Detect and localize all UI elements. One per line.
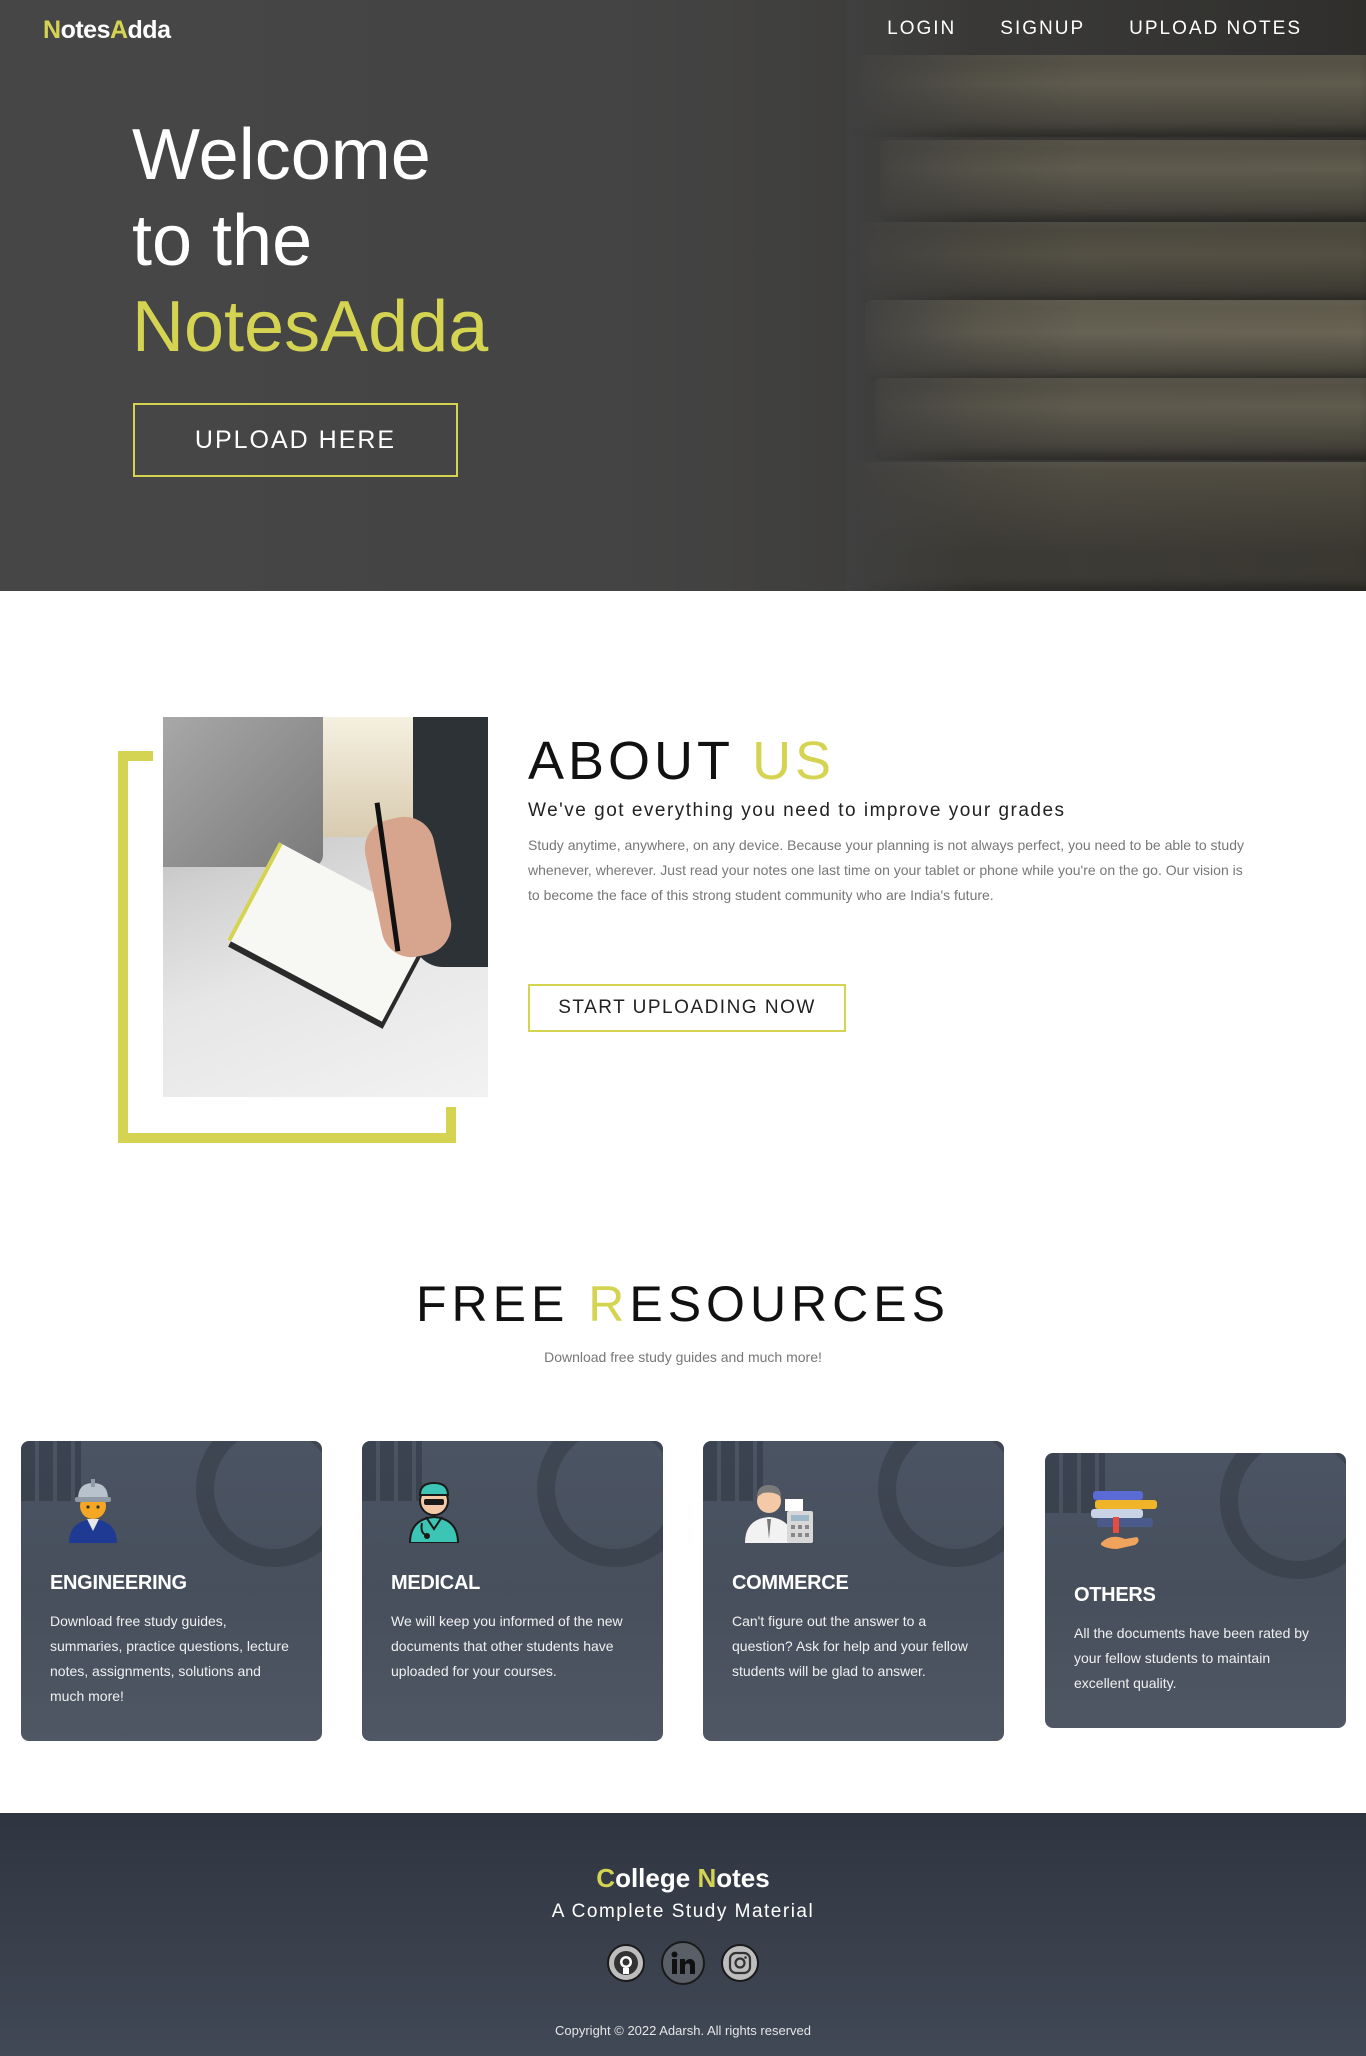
resource-card-commerce[interactable]: COMMERCE Can't figure out the answer to … xyxy=(703,1441,1004,1741)
resource-card-medical[interactable]: MEDICAL We will keep you informed of the… xyxy=(362,1441,663,1741)
about-subtitle: We've got everything you need to improve… xyxy=(528,800,1066,821)
navbar: NotesAdda LOGIN SIGNUP UPLOAD NOTES xyxy=(0,0,1366,60)
hero-title: Welcome to the NotesAdda xyxy=(132,112,488,370)
accountant-icon xyxy=(745,1485,813,1543)
card-title: ENGINEERING xyxy=(50,1572,187,1594)
doctor-icon xyxy=(408,1481,460,1543)
resources-subtitle: Download free study guides and much more… xyxy=(544,1349,822,1365)
resource-card-others[interactable]: OTHERS All the documents have been rated… xyxy=(1045,1453,1346,1728)
card-description: All the documents have been rated by you… xyxy=(1074,1625,1310,1691)
hero-title-brand: NotesAdda xyxy=(132,287,489,367)
upload-here-button[interactable]: UPLOAD HERE xyxy=(133,403,458,477)
footer-brand-text: otes xyxy=(716,1863,770,1893)
card-description: Download free study guides, summaries, p… xyxy=(50,1613,289,1704)
nav-signup-link[interactable]: SIGNUP xyxy=(1000,18,1085,40)
instagram-icon xyxy=(728,1951,752,1975)
card-description: We will keep you informed of the new doc… xyxy=(391,1613,623,1679)
copyright-text: Copyright © 2022 Adarsh. All rights rese… xyxy=(555,2023,811,2038)
resources-heading: FREE RESOURCES xyxy=(0,1275,1366,1333)
logo-text: dda xyxy=(127,16,171,44)
resources-heading-text: FREE xyxy=(416,1276,589,1332)
logo-letter-a: A xyxy=(109,16,128,44)
about-heading-text: ABOUT xyxy=(528,731,753,791)
linkedin-icon xyxy=(671,1951,695,1974)
site-logo[interactable]: NotesAdda xyxy=(43,16,171,45)
footer-tagline: A Complete Study Material xyxy=(551,1901,815,1922)
hero-section: NotesAdda LOGIN SIGNUP UPLOAD NOTES Welc… xyxy=(0,0,1366,591)
social-links xyxy=(0,1941,1366,1985)
linkedin-link[interactable] xyxy=(661,1941,705,1985)
logo-letter-n: N xyxy=(43,16,61,44)
card-description: Can't figure out the answer to a questio… xyxy=(732,1613,968,1679)
about-heading: ABOUT US xyxy=(528,730,835,792)
footer: College Notes A Complete Study Material xyxy=(0,1813,1366,2056)
nav-upload-notes-link[interactable]: UPLOAD NOTES xyxy=(1129,18,1302,40)
engineer-icon xyxy=(69,1479,117,1543)
start-uploading-button[interactable]: START UPLOADING NOW xyxy=(528,984,846,1032)
card-title: OTHERS xyxy=(1074,1584,1156,1606)
resources-heading-text: ESOURCES xyxy=(629,1276,950,1332)
github-link[interactable] xyxy=(607,1944,645,1982)
about-description: Study anytime, anywhere, on any device. … xyxy=(528,837,1244,903)
card-title: MEDICAL xyxy=(391,1572,481,1594)
instagram-link[interactable] xyxy=(721,1944,759,1982)
footer-brand: College Notes xyxy=(0,1863,1366,1894)
card-title: COMMERCE xyxy=(732,1572,849,1594)
resources-heading-accent: R xyxy=(588,1276,630,1332)
about-frame-accent xyxy=(118,751,153,761)
about-frame-accent xyxy=(446,1107,456,1143)
nav-login-link[interactable]: LOGIN xyxy=(887,18,956,40)
hero-title-line: Welcome xyxy=(132,115,431,195)
books-icon xyxy=(1091,1491,1157,1549)
about-heading-accent: US xyxy=(752,731,836,791)
about-photo xyxy=(163,717,488,1097)
laptop-graphic xyxy=(163,717,323,867)
footer-brand-accent: N xyxy=(697,1863,717,1893)
footer-brand-text: ollege xyxy=(615,1863,698,1893)
nav-links: LOGIN SIGNUP UPLOAD NOTES xyxy=(887,18,1302,40)
resource-card-engineering[interactable]: ENGINEERING Download free study guides, … xyxy=(21,1441,322,1741)
github-icon xyxy=(614,1951,638,1975)
logo-text: otes xyxy=(60,16,111,44)
footer-brand-accent: C xyxy=(596,1863,616,1893)
hero-title-line: to the xyxy=(132,201,313,281)
